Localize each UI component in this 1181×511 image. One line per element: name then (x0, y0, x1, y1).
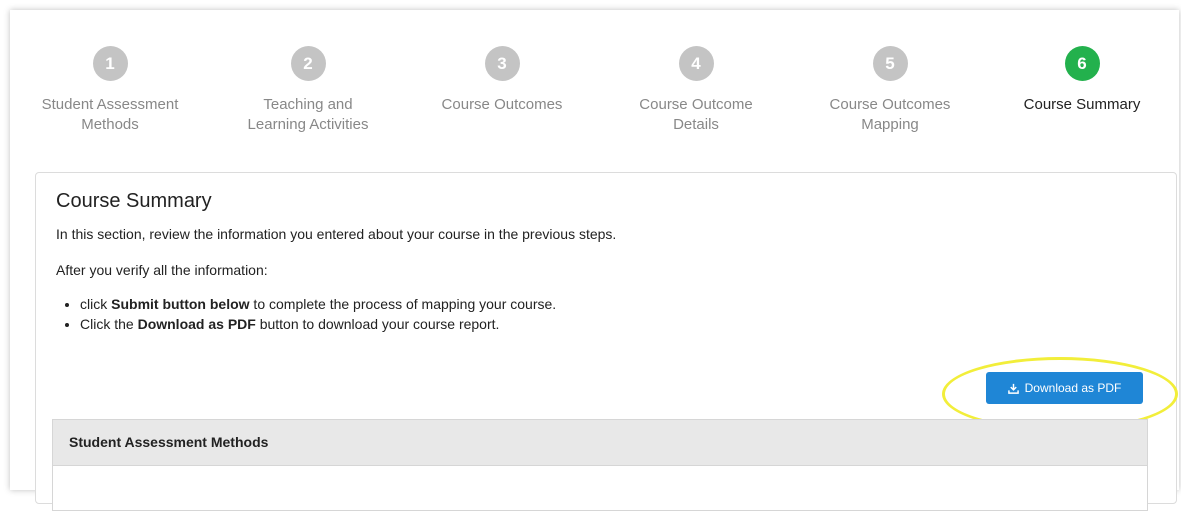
list-item: click Submit button below to complete th… (80, 294, 556, 314)
section-header: Student Assessment Methods (53, 420, 1147, 466)
wizard-frame: 1 Student Assessment Methods 2 Teaching … (10, 10, 1179, 511)
instruction-list: click Submit button below to complete th… (56, 294, 556, 334)
step-6-label: Course Summary (1023, 96, 1141, 113)
panel-title: Course Summary (56, 190, 212, 212)
step-4-number: 4 (678, 46, 714, 81)
step-2-label: Teaching and Learning Activities (247, 96, 369, 133)
download-pdf-button[interactable]: Download as PDF (986, 372, 1143, 404)
step-3-label: Course Outcomes (441, 96, 563, 113)
step-1[interactable]: 1 Student Assessment Methods (20, 10, 200, 135)
step-4[interactable]: 4 Course Outcome Details (606, 10, 786, 135)
download-icon (1007, 383, 1019, 394)
step-6[interactable]: 6 Course Summary (992, 10, 1172, 115)
step-3[interactable]: 3 Course Outcomes (412, 10, 592, 115)
intro-text: In this section, review the information … (56, 226, 617, 242)
step-6-number: 6 (1064, 46, 1100, 81)
step-5[interactable]: 5 Course Outcomes Mapping (800, 10, 980, 135)
step-3-number: 3 (484, 46, 520, 81)
verify-text: After you verify all the information: (56, 262, 268, 278)
step-1-label: Student Assessment Methods (41, 96, 179, 133)
list-item: Click the Download as PDF button to down… (80, 314, 556, 334)
section-student-assessment-methods: Student Assessment Methods (52, 419, 1148, 511)
download-pdf-label: Download as PDF (1024, 381, 1122, 395)
step-5-number: 5 (872, 46, 908, 81)
step-5-label: Course Outcomes Mapping (829, 96, 951, 133)
step-2[interactable]: 2 Teaching and Learning Activities (218, 10, 398, 135)
step-4-label: Course Outcome Details (639, 96, 753, 133)
course-summary-panel: Course Summary In this section, review t… (35, 172, 1178, 511)
step-2-number: 2 (290, 46, 326, 81)
progress-stepper: 1 Student Assessment Methods 2 Teaching … (10, 10, 1179, 160)
step-1-number: 1 (92, 46, 128, 81)
